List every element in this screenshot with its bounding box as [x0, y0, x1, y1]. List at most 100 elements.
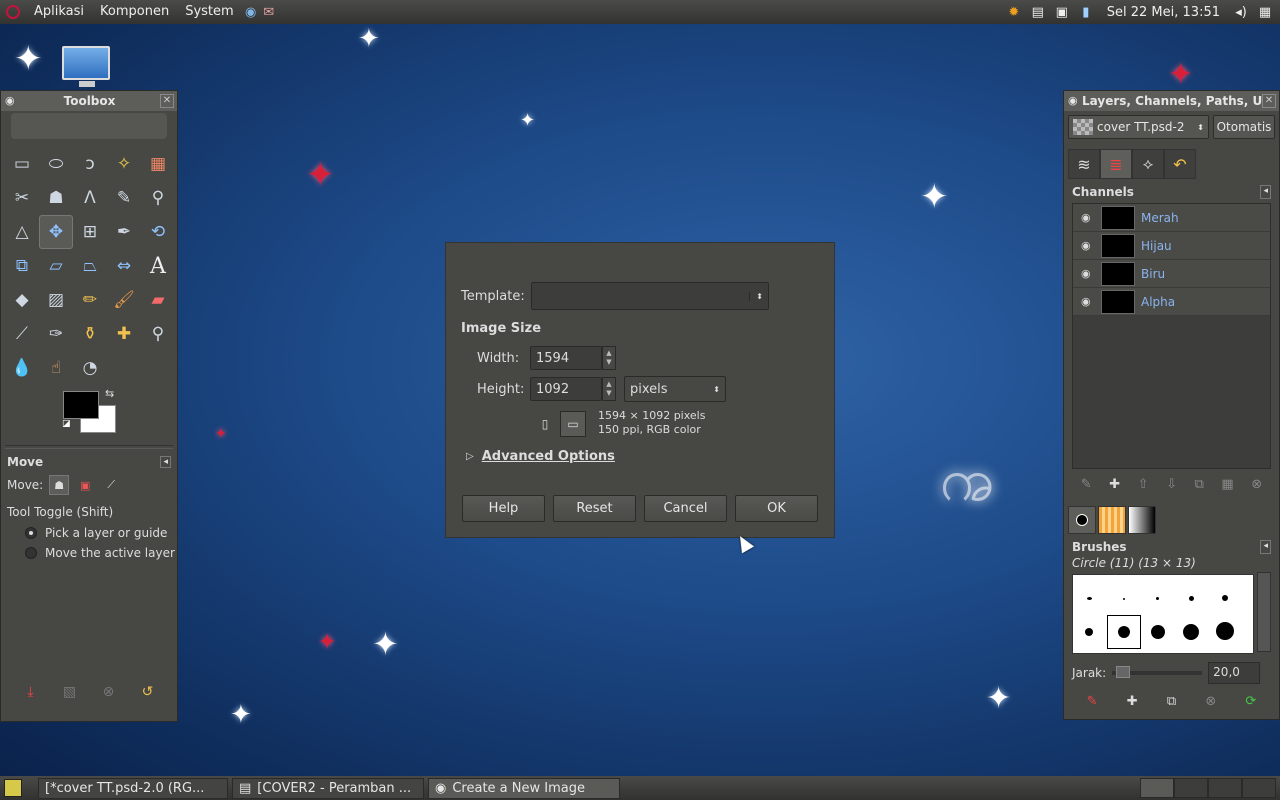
unit-select[interactable]: pixels ⬍	[624, 376, 726, 402]
fuzzy-select-tool-icon[interactable]: ✧	[107, 147, 141, 181]
edit-channel-icon[interactable]: ✎	[1081, 477, 1092, 492]
brush-item[interactable]	[1183, 624, 1199, 640]
brush-item[interactable]	[1151, 625, 1165, 639]
close-icon[interactable]: ✕	[160, 94, 174, 108]
brush-item[interactable]	[1118, 626, 1130, 638]
tab-gradients[interactable]	[1128, 506, 1156, 534]
network-manager-icon[interactable]: ▣	[1053, 4, 1071, 20]
perspective-clone-tool-icon[interactable]: ⚲	[141, 317, 175, 351]
panel-menu-icon[interactable]: ◉	[1068, 95, 1082, 106]
color-picker-tool-icon[interactable]: ✎	[107, 181, 141, 215]
new-channel-icon[interactable]: ✚	[1109, 477, 1120, 492]
channel-to-selection-icon[interactable]: ▦	[1221, 477, 1233, 492]
scale-tool-icon[interactable]: ⧉	[5, 249, 39, 283]
menu-aplikasi[interactable]: Aplikasi	[26, 0, 92, 24]
move-tool-icon[interactable]: ✥	[39, 215, 73, 249]
tab-brushes[interactable]	[1068, 506, 1096, 534]
lower-channel-icon[interactable]: ⇩	[1166, 477, 1177, 492]
smudge-tool-icon[interactable]: ☝	[39, 351, 73, 385]
clone-tool-icon[interactable]: ⚱	[73, 317, 107, 351]
height-input[interactable]: 1092	[530, 377, 602, 401]
workspace-3[interactable]	[1208, 778, 1242, 798]
channel-row[interactable]: ◉ Merah	[1073, 204, 1270, 232]
edit-brush-icon[interactable]: ✎	[1087, 694, 1098, 709]
shutdown-icon[interactable]: ▦	[1256, 4, 1274, 20]
task-create-image[interactable]: ◉ Create a New Image	[428, 777, 620, 799]
radio-move-active[interactable]: Move the active layer	[1, 543, 177, 563]
panel-menu-icon[interactable]: ◉	[5, 95, 19, 106]
tab-patterns[interactable]	[1098, 506, 1126, 534]
brush-scrollbar[interactable]	[1257, 572, 1271, 652]
blur-tool-icon[interactable]: 💧	[5, 351, 39, 385]
height-spinner[interactable]: ▲ ▼	[602, 377, 616, 401]
brush-item[interactable]	[1156, 597, 1159, 600]
move-selection-icon[interactable]: ▣	[75, 475, 95, 495]
brush-item[interactable]	[1085, 628, 1093, 636]
reset-button[interactable]: Reset	[553, 495, 636, 522]
free-select-tool-icon[interactable]: ↄ	[73, 147, 107, 181]
bucket-fill-tool-icon[interactable]: ◆	[5, 283, 39, 317]
template-select[interactable]: ⬍	[531, 282, 769, 310]
brush-item[interactable]	[1189, 596, 1194, 601]
scissors-tool-icon[interactable]: ✂	[5, 181, 39, 215]
mail-launcher-icon[interactable]: ✉	[260, 4, 278, 20]
brush-item[interactable]	[1087, 597, 1092, 600]
heal-tool-icon[interactable]: ✚	[107, 317, 141, 351]
reset-options-icon[interactable]: ↺	[137, 681, 159, 703]
advanced-options-expander[interactable]: ▷ Advanced Options	[466, 449, 615, 464]
eraser-tool-icon[interactable]: ▰	[141, 283, 175, 317]
computer-desktop-icon[interactable]	[62, 46, 112, 88]
duplicate-brush-icon[interactable]: ⧉	[1167, 694, 1176, 709]
channel-row[interactable]: ◉ Biru	[1073, 260, 1270, 288]
radio-pick-layer[interactable]: Pick a layer or guide	[1, 523, 177, 543]
crop-tool-icon[interactable]: ✒	[107, 215, 141, 249]
paintbrush-tool-icon[interactable]: 🖌	[107, 283, 141, 317]
brush-item[interactable]	[1216, 622, 1234, 640]
brush-item[interactable]	[1123, 598, 1125, 600]
raise-channel-icon[interactable]: ⇧	[1138, 477, 1149, 492]
close-icon[interactable]: ✕	[1262, 94, 1276, 108]
portrait-icon[interactable]: ▯	[536, 414, 554, 434]
help-button[interactable]: Help	[462, 495, 545, 522]
spacing-slider[interactable]	[1112, 666, 1203, 678]
browser-launcher-icon[interactable]: ◉	[242, 4, 260, 20]
channel-row[interactable]: ◉ Hijau	[1073, 232, 1270, 260]
flip-tool-icon[interactable]: ⇔	[107, 249, 141, 283]
rotate-tool-icon[interactable]: ⟲	[141, 215, 175, 249]
restore-options-icon[interactable]: ▧	[59, 681, 81, 703]
move-path-icon[interactable]: ⟋	[101, 475, 121, 495]
delete-channel-icon[interactable]: ⊗	[1251, 477, 1262, 492]
new-brush-icon[interactable]: ✚	[1127, 694, 1138, 709]
dodge-burn-tool-icon[interactable]: ◔	[73, 351, 107, 385]
refresh-brushes-icon[interactable]: ⟳	[1245, 694, 1256, 709]
volume-icon[interactable]: ◂)	[1232, 4, 1250, 20]
measure-tool-icon[interactable]: △	[5, 215, 39, 249]
workspace-1[interactable]	[1140, 778, 1174, 798]
panel-menu-arrow-icon[interactable]: ◂	[160, 456, 171, 468]
workspace-2[interactable]	[1174, 778, 1208, 798]
foreground-color-swatch[interactable]	[63, 391, 99, 419]
workspace-4[interactable]	[1242, 778, 1276, 798]
image-combo[interactable]: cover TT.psd-2 ⬍	[1068, 115, 1209, 139]
default-colors-icon[interactable]: ◪	[62, 419, 71, 429]
shear-tool-icon[interactable]: ▱	[39, 249, 73, 283]
update-notifier-icon[interactable]: ✹	[1005, 4, 1023, 20]
swap-colors-icon[interactable]: ⇆	[105, 387, 114, 400]
brush-grid[interactable]	[1072, 574, 1254, 654]
visibility-eye-icon[interactable]: ◉	[1081, 267, 1095, 280]
move-layer-icon[interactable]: ☗	[49, 475, 70, 495]
tab-layers[interactable]: ≋	[1068, 149, 1100, 179]
rect-select-tool-icon[interactable]: ▭	[5, 147, 39, 181]
landscape-icon[interactable]: ▭	[560, 411, 586, 437]
clock[interactable]: Sel 22 Mei, 13:51	[1101, 5, 1226, 20]
width-spinner[interactable]: ▲ ▼	[602, 346, 616, 370]
tab-undo[interactable]: ↶	[1164, 149, 1196, 179]
cancel-button[interactable]: Cancel	[644, 495, 727, 522]
duplicate-channel-icon[interactable]: ⧉	[1195, 477, 1204, 492]
panel-menu-arrow-icon[interactable]: ◂	[1260, 185, 1271, 199]
ink-tool-icon[interactable]: ✑	[39, 317, 73, 351]
visibility-eye-icon[interactable]: ◉	[1081, 211, 1095, 224]
width-input[interactable]: 1594	[530, 346, 602, 370]
tab-paths[interactable]: ⟡	[1132, 149, 1164, 179]
delete-brush-icon[interactable]: ⊗	[1205, 694, 1216, 709]
